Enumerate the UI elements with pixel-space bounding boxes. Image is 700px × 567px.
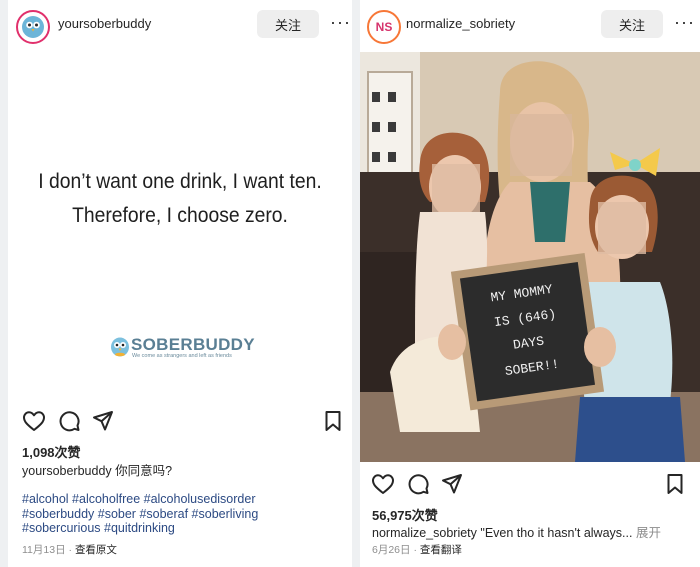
username[interactable]: yoursoberbuddy [58, 16, 151, 31]
left-post: yoursoberbuddy 关注 ··· I don’t want one d… [8, 0, 352, 567]
expand-link[interactable]: 展开 [636, 526, 661, 540]
owl-mascot-icon [111, 337, 129, 357]
share-icon[interactable] [441, 473, 463, 495]
hashtags: #alcohol #alcoholfree #alcoholusedisorde… [22, 492, 258, 536]
post-header: yoursoberbuddy 关注 ··· [8, 0, 352, 52]
avatar-initials: NS [375, 20, 393, 34]
view-original-link[interactable]: 查看原文 [75, 544, 117, 556]
hashtags-line-3[interactable]: #sobercurious #quitdrinking [22, 521, 258, 536]
post-meta: 6月26日 · 查看翻译 [372, 542, 462, 557]
brand-name: SOBERBUDDY [131, 335, 255, 354]
post-image: I don’t want one drink, I want ten. Ther… [8, 52, 352, 394]
post-date: 11月13日 [22, 544, 66, 556]
username[interactable]: normalize_sobriety [406, 16, 515, 31]
more-options-icon[interactable]: ··· [330, 12, 351, 33]
quote-line-2: Therefore, I choose zero. [72, 204, 288, 227]
meta-separator: · [68, 544, 73, 556]
follow-button[interactable]: 关注 [257, 10, 319, 38]
owl-avatar-icon [22, 16, 44, 38]
heart-icon[interactable] [371, 473, 395, 495]
caption-username[interactable]: normalize_sobriety [372, 526, 477, 540]
more-options-icon[interactable]: ··· [674, 12, 695, 33]
follow-button[interactable]: 关注 [601, 10, 663, 38]
caption: yoursoberbuddy 你同意吗? [22, 460, 172, 479]
brand-tagline: We come as strangers and left as friends [132, 353, 232, 359]
hashtags-line-2[interactable]: #soberbuddy #sober #soberaf #soberliving [22, 507, 258, 522]
caption: normalize_sobriety "Even tho it hasn't a… [372, 522, 661, 541]
meta-separator: · [413, 544, 417, 556]
bookmark-icon[interactable] [666, 473, 684, 495]
view-translation-link[interactable]: 查看翻译 [420, 544, 462, 556]
quote-line-1: I don’t want one drink, I want ten. [38, 170, 322, 193]
post-date: 6月26日 [372, 544, 411, 556]
post-header: NS normalize_sobriety 关注 ··· [360, 0, 700, 52]
right-post: NS normalize_sobriety 关注 ··· MY MOMMY IS… [360, 0, 700, 567]
post-photo: MY MOMMY IS (646) DAYS SOBER!! [360, 52, 700, 462]
post-meta: 11月13日 · 查看原文 [22, 542, 117, 557]
comment-icon[interactable] [58, 410, 80, 432]
caption-text: "Even tho it hasn't always... [480, 526, 633, 540]
caption-username[interactable]: yoursoberbuddy [22, 464, 112, 478]
heart-icon[interactable] [22, 410, 46, 432]
share-icon[interactable] [92, 410, 114, 432]
hashtags-line-1[interactable]: #alcohol #alcoholfree #alcoholusedisorde… [22, 492, 258, 507]
caption-text: 你同意吗? [115, 464, 173, 478]
normalize-sobriety-avatar[interactable]: NS [367, 10, 401, 44]
yoursoberbuddy-avatar[interactable] [16, 10, 50, 44]
like-count[interactable]: 1,098次赞 [22, 442, 81, 461]
comment-icon[interactable] [407, 473, 429, 495]
bookmark-icon[interactable] [324, 410, 342, 432]
